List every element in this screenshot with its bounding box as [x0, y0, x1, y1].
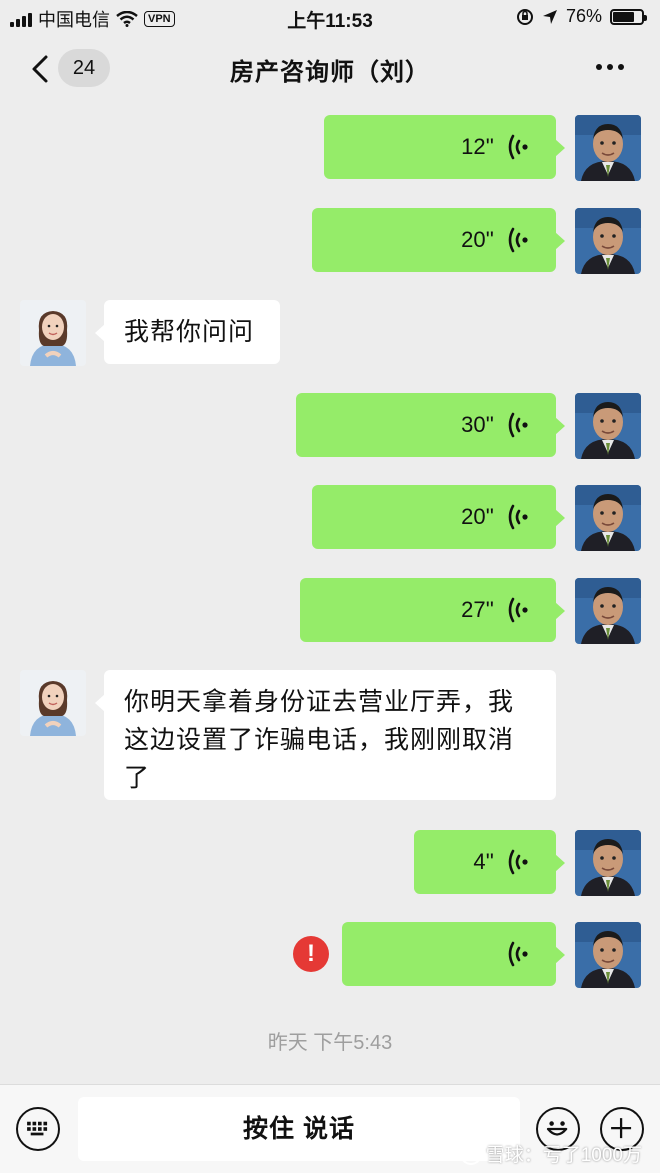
watermark-text: 雪球：亏了1000万 — [485, 1145, 642, 1166]
voice-wave-icon — [508, 133, 530, 161]
battery-icon — [610, 8, 647, 25]
send-failed-icon[interactable]: ! — [293, 936, 329, 972]
voice-wave-icon — [508, 848, 530, 876]
keyboard-icon[interactable] — [16, 1107, 60, 1151]
voice-wave-icon — [508, 226, 530, 254]
voice-message-bubble[interactable]: 20'' — [312, 485, 565, 549]
voice-duration: 4'' — [473, 849, 494, 874]
contact-avatar[interactable] — [20, 670, 86, 736]
voice-wave-icon — [508, 940, 530, 968]
voice-message-bubble[interactable]: 30'' — [296, 393, 565, 457]
status-right: 76% — [516, 6, 647, 27]
watermark: 雪球：亏了1000万 — [459, 1140, 642, 1167]
my-avatar[interactable] — [575, 393, 641, 459]
text-message-bubble[interactable]: 你明天拿着身份证去营业厅弄，我这边设置了诈骗电话，我刚刚取消了 — [95, 670, 556, 800]
hold-to-talk-button[interactable]: 按住 说话 — [78, 1097, 520, 1161]
voice-duration: 20'' — [461, 504, 494, 529]
voice-wave-icon — [508, 411, 530, 439]
my-avatar[interactable] — [575, 208, 641, 274]
battery-label: 76% — [565, 6, 602, 26]
message-text: 你明天拿着身份证去营业厅弄，我这边设置了诈骗电话，我刚刚取消了 — [124, 688, 515, 792]
chat-header: 24 房产咨询师（刘） — [0, 34, 660, 102]
voice-duration: 30'' — [461, 412, 494, 437]
my-avatar[interactable] — [575, 485, 641, 551]
voice-message-bubble[interactable]: 20'' — [312, 208, 565, 272]
text-message-bubble[interactable]: 我帮你问问 — [95, 300, 280, 364]
status-bar: 中国电信 VPN 上午11:53 76% — [0, 0, 660, 34]
battery-fill — [613, 11, 635, 22]
location-icon — [542, 9, 557, 24]
more-icon[interactable] — [596, 64, 624, 70]
my-avatar[interactable] — [575, 922, 641, 988]
voice-message-bubble[interactable] — [342, 922, 565, 986]
voice-message-bubble[interactable]: 4'' — [414, 830, 565, 894]
snowball-logo-icon — [459, 1142, 482, 1165]
voice-message-bubble[interactable]: 12'' — [324, 115, 565, 179]
my-avatar[interactable] — [575, 830, 641, 896]
contact-avatar[interactable] — [20, 300, 86, 366]
chat-title: 房产咨询师（刘） — [230, 59, 430, 86]
message-text: 我帮你问问 — [124, 318, 255, 346]
my-avatar[interactable] — [575, 115, 641, 181]
voice-duration: 20'' — [461, 227, 494, 252]
orientation-lock-icon — [516, 8, 533, 25]
my-avatar[interactable] — [575, 578, 641, 644]
voice-wave-icon — [508, 596, 530, 624]
voice-duration: 12'' — [461, 134, 494, 159]
voice-wave-icon — [508, 503, 530, 531]
timestamp: 昨天 下午5:43 — [267, 1032, 393, 1054]
voice-message-bubble[interactable]: 27'' — [300, 578, 565, 642]
voice-duration: 27'' — [461, 597, 494, 622]
